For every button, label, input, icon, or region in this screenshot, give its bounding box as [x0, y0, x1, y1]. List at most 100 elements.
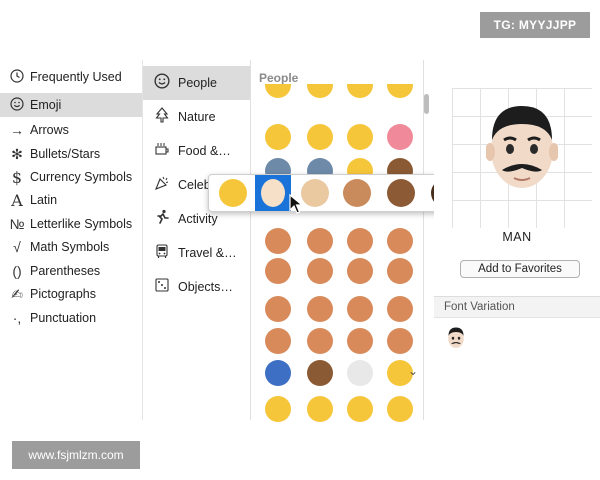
- emoji-cell[interactable]: [307, 228, 333, 254]
- emoji-cell[interactable]: [265, 228, 291, 254]
- category-label: Parentheses: [30, 264, 101, 278]
- smiley-icon: [151, 73, 173, 93]
- skin-tone-option[interactable]: [219, 179, 247, 207]
- emoji-cell[interactable]: [347, 296, 373, 322]
- category-pictographs[interactable]: ✍ Pictographs: [0, 282, 142, 306]
- running-icon: [151, 209, 173, 229]
- emoji-cell[interactable]: [347, 228, 373, 254]
- emoji-detail-panel: MAN Add to Favorites Font Variation: [434, 60, 600, 420]
- category-label: Currency Symbols: [30, 170, 133, 184]
- emoji-cell[interactable]: [347, 124, 373, 150]
- emoji-cell[interactable]: [265, 84, 291, 98]
- skin-tone-popup: [208, 174, 470, 212]
- emoji-cell[interactable]: [265, 124, 291, 150]
- category-frequently-used[interactable]: Frequently Used: [0, 65, 142, 89]
- skin-tone-option[interactable]: [343, 179, 371, 207]
- objects-icon: [151, 277, 173, 297]
- group-label: Celeb: [178, 178, 211, 192]
- category-latin[interactable]: A Latin: [0, 188, 142, 212]
- emoji-cell[interactable]: [307, 396, 333, 422]
- skin-tone-option[interactable]: [387, 179, 415, 207]
- emoji-cell[interactable]: [265, 296, 291, 322]
- group-label: People: [178, 76, 217, 90]
- emoji-cell[interactable]: [387, 228, 413, 254]
- asterisk-icon: ✻: [11, 145, 23, 162]
- group-people[interactable]: People: [143, 66, 250, 100]
- smiley-icon: [6, 96, 28, 114]
- clock-icon: [6, 68, 28, 86]
- emoji-cell[interactable]: [265, 258, 291, 284]
- man-emoji-large: [485, 100, 559, 201]
- font-variation-man-emoji[interactable]: [446, 326, 466, 355]
- category-list: Frequently Used Emoji → Arrows ✻ Bullets…: [0, 60, 143, 420]
- emoji-cell[interactable]: [387, 396, 413, 422]
- punctuation-icon: ·,: [12, 310, 22, 326]
- category-letterlike-symbols[interactable]: № Letterlike Symbols: [0, 212, 142, 236]
- group-label: Nature: [178, 110, 216, 124]
- sqrt-icon: √: [13, 239, 21, 255]
- emoji-cell[interactable]: [307, 360, 333, 386]
- emoji-cell[interactable]: [307, 296, 333, 322]
- emoji-cell[interactable]: [307, 258, 333, 284]
- group-label: Travel &…: [178, 246, 237, 260]
- category-label: Punctuation: [30, 311, 97, 325]
- add-to-favorites-button[interactable]: Add to Favorites: [460, 260, 580, 278]
- emoji-cell[interactable]: [347, 396, 373, 422]
- category-label: Pictographs: [30, 287, 97, 301]
- emoji-cell[interactable]: [265, 328, 291, 354]
- category-parentheses[interactable]: () Parentheses: [0, 259, 142, 283]
- category-label: Bullets/Stars: [30, 147, 101, 161]
- emoji-cell[interactable]: [347, 84, 373, 98]
- category-arrows[interactable]: → Arrows: [0, 118, 142, 142]
- grid-scrollbar[interactable]: [424, 80, 430, 370]
- group-travel[interactable]: Travel &…: [143, 236, 250, 270]
- emoji-cell[interactable]: [387, 124, 413, 150]
- group-food[interactable]: Food &…: [143, 134, 250, 168]
- arrow-icon: →: [10, 122, 24, 138]
- grid-header: People: [259, 71, 299, 85]
- watermark-bottom: www.fsjmlzm.com: [12, 441, 140, 469]
- category-bullets-stars[interactable]: ✻ Bullets/Stars: [0, 142, 142, 166]
- group-objects[interactable]: Objects…: [143, 270, 250, 304]
- latin-a-icon: A: [11, 190, 23, 210]
- category-punctuation[interactable]: ·, Punctuation: [0, 306, 142, 330]
- emoji-cell[interactable]: [307, 84, 333, 98]
- emoji-cell[interactable]: [387, 84, 413, 98]
- mouse-cursor-icon: [289, 193, 304, 219]
- emoji-cell[interactable]: [387, 258, 413, 284]
- category-label: Latin: [30, 193, 58, 207]
- tree-icon: [151, 107, 173, 127]
- emoji-cell[interactable]: [265, 396, 291, 422]
- emoji-cell[interactable]: [347, 328, 373, 354]
- emoji-cell[interactable]: [347, 258, 373, 284]
- font-variation-header: Font Variation: [434, 296, 600, 318]
- emoji-name: MAN: [502, 230, 532, 244]
- category-label: Math Symbols: [30, 240, 110, 254]
- emoji-cell[interactable]: [265, 360, 291, 386]
- skin-tone-option[interactable]: [301, 179, 329, 207]
- group-nature[interactable]: Nature: [143, 100, 250, 134]
- category-emoji[interactable]: Emoji: [0, 93, 142, 117]
- bus-icon: [151, 243, 173, 263]
- emoji-cell[interactable]: [347, 360, 373, 386]
- category-label: Emoji: [30, 98, 62, 112]
- emoji-grid: People: [251, 60, 424, 422]
- celebration-icon: [151, 175, 173, 195]
- category-currency-symbols[interactable]: $ Currency Symbols: [0, 165, 142, 189]
- skin-tone-option-selected[interactable]: [255, 175, 291, 211]
- emoji-cell[interactable]: [307, 124, 333, 150]
- group-label: Food &…: [178, 144, 231, 158]
- category-math-symbols[interactable]: √ Math Symbols: [0, 235, 142, 259]
- watermark-top: TG: MYYJJPP: [480, 12, 590, 38]
- numero-icon: №: [9, 216, 25, 232]
- food-icon: [151, 141, 173, 161]
- emoji-cell[interactable]: [307, 328, 333, 354]
- chevron-down-icon[interactable]: ⌄: [408, 364, 418, 378]
- category-label: Frequently Used: [30, 70, 122, 84]
- parentheses-icon: (): [12, 263, 22, 279]
- emoji-cell[interactable]: [387, 296, 413, 322]
- category-label: Letterlike Symbols: [30, 217, 133, 231]
- pictograph-icon: ✍: [11, 285, 23, 302]
- emoji-cell[interactable]: [387, 328, 413, 354]
- group-label: Objects…: [178, 280, 233, 294]
